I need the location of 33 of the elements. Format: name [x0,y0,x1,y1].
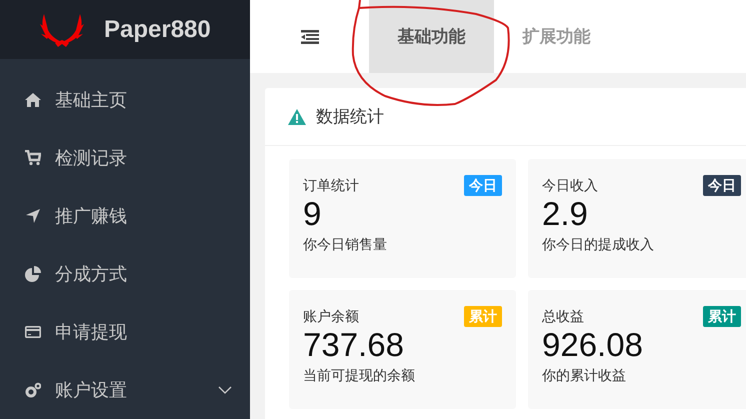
panel-title: 数据统计 [316,106,384,128]
gears-icon [25,382,41,398]
stat-caption: 你的累计收益 [542,366,627,385]
stat-caption: 当前可提现的余额 [303,366,416,385]
sidebar-item[interactable]: 申请提现 [0,303,250,361]
stat-title: 今日收入 [542,176,598,195]
stat-value: 926.08 [542,327,644,363]
stat-badge: 今日 [464,175,502,196]
pie-icon [25,266,41,282]
sidebar-item[interactable]: 基础主页 [0,71,250,129]
menu-fold-icon[interactable] [300,30,318,44]
brand-name: Paper880 [104,14,211,44]
stat-value: 737.68 [303,327,405,363]
stat-title: 总收益 [542,307,584,326]
stat-badge: 累计 [703,306,741,327]
sidebar-item[interactable]: 账户设置 [0,361,250,419]
tab[interactable]: 基础功能 [369,0,494,73]
stat-badge: 今日 [703,175,741,196]
stat-caption: 你今日的提成收入 [542,235,655,254]
stat-badge: 累计 [464,306,502,327]
stat-caption: 你今日销售量 [303,235,388,254]
sidebar-item[interactable]: 检测记录 [0,129,250,187]
stat-value: 2.9 [542,196,589,232]
stat-value: 9 [303,196,322,232]
sidebar-item[interactable]: 推广赚钱 [0,187,250,245]
arrow-icon [25,208,41,224]
stat-title: 账户余额 [303,307,359,326]
warning-icon [288,108,306,124]
sidebar-item[interactable]: 分成方式 [0,245,250,303]
cart-icon [25,150,41,166]
home-icon [25,92,41,108]
card-icon [25,324,41,340]
stat-title: 订单统计 [303,176,359,195]
